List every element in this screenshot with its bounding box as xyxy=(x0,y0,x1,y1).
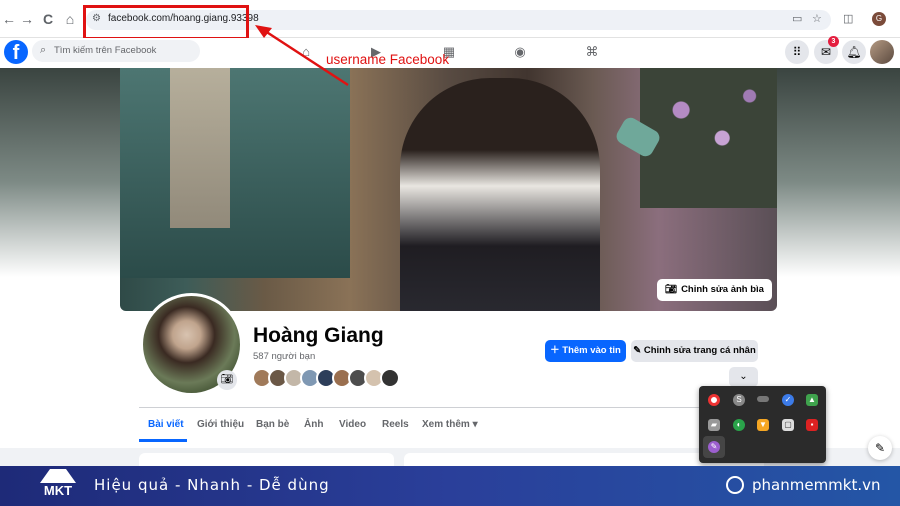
more-options-button[interactable]: ⌄ xyxy=(729,367,758,387)
plus-icon: ＋ xyxy=(550,345,563,356)
cover-window xyxy=(120,68,350,278)
cover-person xyxy=(400,78,600,311)
car-ext-icon[interactable]: ▰ xyxy=(708,419,720,431)
chrome-ext-icon[interactable] xyxy=(708,394,720,406)
friend-count[interactable]: 587 người bạn xyxy=(253,351,315,362)
tab-about[interactable]: Giới thiệu xyxy=(197,419,244,430)
url-highlight-box xyxy=(83,5,249,40)
groups-nav-icon[interactable]: ◉ xyxy=(510,43,530,61)
notifications-icon[interactable]: 🔔︎ xyxy=(842,40,866,64)
menu-grid-icon[interactable]: ⠿ xyxy=(785,40,809,64)
messenger-badge: 3 xyxy=(828,36,839,47)
profile-name: Hoàng Giang xyxy=(253,324,384,347)
avatar-camera-icon[interactable]: 📷︎ xyxy=(217,370,237,390)
camera-icon: 📷︎ xyxy=(665,284,678,295)
tab-friends[interactable]: Bạn bè xyxy=(256,419,289,430)
tab-posts[interactable]: Bài viết xyxy=(148,419,184,430)
pencil-icon: ✎ xyxy=(633,345,644,356)
cover-curtain xyxy=(170,68,230,228)
tab-more-label: Xem thêm xyxy=(422,419,470,430)
search-icon: ⌕ xyxy=(40,44,47,56)
banner-site[interactable]: phanmemmkt.vn xyxy=(752,476,881,494)
arrow-ext-icon[interactable]: ▼ xyxy=(757,419,769,431)
edit-profile-label: Chỉnh sửa trang cá nhân xyxy=(643,345,756,356)
tab-photos[interactable]: Ảnh xyxy=(304,419,323,430)
box-ext-icon[interactable]: ▢ xyxy=(782,419,794,431)
chevron-down-icon: ⌄ xyxy=(739,371,748,382)
caret-down-icon: ▾ xyxy=(469,419,478,430)
new-message-icon[interactable]: ✎ xyxy=(868,436,892,460)
forward-icon[interactable]: → xyxy=(19,11,35,27)
cast-icon[interactable]: ▭ xyxy=(792,12,802,25)
gaming-nav-icon[interactable]: ⌘ xyxy=(582,43,602,61)
feather-ext-icon[interactable]: ✎ xyxy=(708,441,720,453)
edit-profile-button[interactable]: ✎ Chỉnh sửa trang cá nhân xyxy=(631,340,758,362)
cover-photo[interactable] xyxy=(120,68,777,311)
mkt-logo-text: MKT xyxy=(43,483,73,498)
profile-divider xyxy=(139,407,759,408)
back-icon[interactable]: ← xyxy=(1,11,17,27)
facebook-header: f ⌕ Tìm kiếm trên Facebook ⌂ ▶ ▦ ◉ ⌘ ⠿ ✉… xyxy=(0,38,900,68)
edit-cover-label: Chỉnh sửa ảnh bìa xyxy=(681,284,764,295)
skype-ext-icon[interactable]: S xyxy=(733,394,745,406)
check-ext-icon[interactable]: ✓ xyxy=(782,394,794,406)
add-story-button[interactable]: ＋ Thêm vào tin xyxy=(545,340,626,362)
drive-ext-icon[interactable]: ▲ xyxy=(806,394,818,406)
tab-more[interactable]: Xem thêm ▾ xyxy=(422,419,478,430)
annotation-label: username Facebook xyxy=(326,52,450,67)
reload-icon[interactable]: C xyxy=(40,11,56,27)
search-placeholder[interactable]: Tìm kiếm trên Facebook xyxy=(54,45,156,56)
whatsapp-ext-icon[interactable]: ◐ xyxy=(733,419,745,431)
mkt-logo: MKT xyxy=(36,469,80,503)
red-ext-icon[interactable]: ▪ xyxy=(806,419,818,431)
banner-slogan: Hiệu quả - Nhanh - Dễ dùng xyxy=(94,476,330,494)
globe-icon xyxy=(726,476,744,494)
bookmark-star-icon[interactable]: ☆ xyxy=(812,12,822,25)
edit-cover-button[interactable]: 📷︎ Chỉnh sửa ảnh bìa xyxy=(657,279,772,301)
friend-avatar[interactable] xyxy=(380,368,400,388)
extensions-icon[interactable]: ◫ xyxy=(843,12,853,25)
browser-profile-avatar[interactable]: G xyxy=(872,12,886,26)
home-icon[interactable]: ⌂ xyxy=(62,11,78,27)
tab-videos[interactable]: Video xyxy=(339,419,366,430)
facebook-search[interactable]: ⌕ Tìm kiếm trên Facebook xyxy=(32,40,200,62)
account-avatar[interactable] xyxy=(870,40,894,64)
cover-flowers xyxy=(640,68,777,208)
active-tab-indicator xyxy=(139,439,187,442)
tab-reels[interactable]: Reels xyxy=(382,419,409,430)
mkt-logo-mark xyxy=(40,469,76,483)
facebook-logo[interactable]: f xyxy=(4,40,28,64)
add-story-label: Thêm vào tin xyxy=(562,345,621,356)
cloud-ext-icon[interactable] xyxy=(757,396,769,402)
